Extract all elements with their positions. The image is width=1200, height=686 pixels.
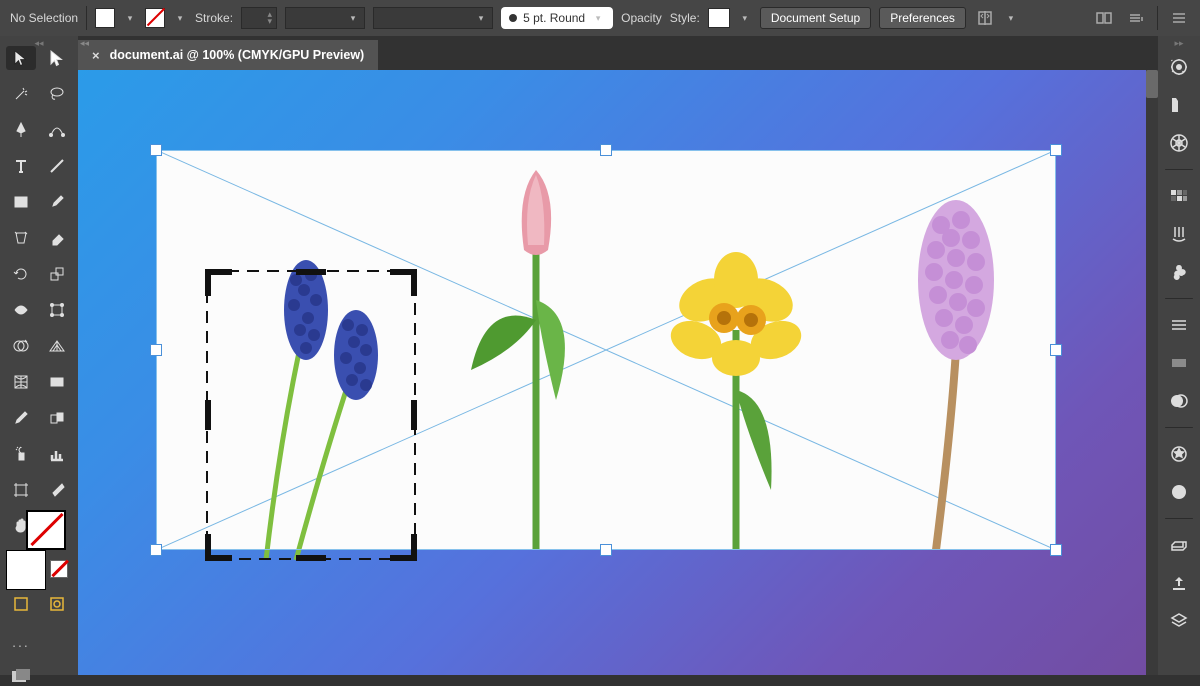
shape-builder-tool[interactable] (6, 334, 36, 358)
scale-tool[interactable] (42, 262, 72, 286)
stroke-color-box[interactable] (26, 510, 66, 550)
dock-separator (1165, 298, 1193, 299)
graphic-style-swatch[interactable] (708, 8, 730, 28)
document-tab[interactable]: × document.ai @ 100% (CMYK/GPU Preview) (78, 40, 378, 70)
draw-mode-normal[interactable] (6, 592, 36, 616)
selection-tool[interactable] (6, 46, 36, 70)
libraries-panel-icon[interactable] (1165, 92, 1193, 118)
free-transform-tool[interactable] (42, 298, 72, 322)
fill-dropdown-icon[interactable]: ▾ (123, 11, 137, 25)
variable-width-profile[interactable]: ▾ (285, 7, 365, 29)
draw-mode-behind[interactable] (42, 592, 72, 616)
align-dropdown-icon[interactable]: ▾ (1004, 11, 1018, 25)
resize-handle-tc[interactable] (600, 144, 612, 156)
brush-preset-label: 5 pt. Round (523, 11, 585, 25)
column-graph-tool[interactable] (42, 442, 72, 466)
dock-separator (1165, 518, 1193, 519)
symbol-sprayer-tool[interactable] (6, 442, 36, 466)
magic-wand-tool[interactable] (6, 82, 36, 106)
panel-menu-icon[interactable] (1168, 7, 1190, 29)
line-segment-tool[interactable] (42, 154, 72, 178)
gradient-tool[interactable] (42, 370, 72, 394)
brushes-panel-icon[interactable] (1165, 221, 1193, 247)
paintbrush-tool[interactable] (42, 190, 72, 214)
opacity-label: Opacity (621, 11, 662, 25)
lasso-tool[interactable] (42, 82, 72, 106)
vertical-scrollbar-thumb[interactable] (1146, 70, 1158, 98)
stroke-panel-icon[interactable] (1165, 312, 1193, 338)
rectangle-tool[interactable] (6, 190, 36, 214)
pen-tool[interactable] (6, 118, 36, 142)
fill-color-box[interactable] (6, 550, 46, 590)
resize-handle-tl[interactable] (150, 144, 162, 156)
color-panel-icon[interactable] (1165, 130, 1193, 156)
control-bar: No Selection ▾ ▾ Stroke: ▴▾ ▾ ▾ 5 pt. Ro… (0, 0, 1200, 36)
resize-handle-tr[interactable] (1050, 144, 1062, 156)
right-panel-dock: ▸▸ (1158, 36, 1200, 675)
perspective-grid-tool[interactable] (42, 334, 72, 358)
tools-collapse-icon[interactable]: ◂◂ (34, 38, 43, 49)
artboard-tool[interactable] (6, 478, 36, 502)
arrange-dropdown-icon[interactable] (1125, 7, 1147, 29)
screen-mode-button[interactable] (6, 668, 36, 686)
type-tool[interactable] (6, 154, 36, 178)
shaper-tool[interactable] (6, 226, 36, 250)
resize-handle-bc[interactable] (600, 544, 612, 556)
resize-handle-mr[interactable] (1050, 344, 1062, 356)
curvature-tool[interactable] (42, 118, 72, 142)
properties-panel-icon[interactable] (1165, 54, 1193, 80)
asset-export-panel-icon[interactable] (1165, 570, 1193, 596)
placed-image-selection[interactable] (156, 150, 1056, 550)
selection-status: No Selection (10, 11, 78, 25)
transparency-panel-icon[interactable] (1165, 388, 1193, 414)
edit-toolbar-button[interactable]: ... (6, 630, 36, 654)
arrange-windows-icon[interactable] (1093, 7, 1115, 29)
stroke-swatch[interactable] (145, 8, 165, 28)
fill-swatch[interactable] (95, 8, 115, 28)
eraser-tool[interactable] (42, 226, 72, 250)
resize-handle-ml[interactable] (150, 344, 162, 356)
dock-collapse-icon[interactable]: ▸▸ (1174, 38, 1183, 49)
vertical-scrollbar-track[interactable] (1146, 70, 1158, 675)
symbols-panel-icon[interactable] (1165, 259, 1193, 285)
document-setup-button[interactable]: Document Setup (760, 7, 871, 29)
canvas-stage[interactable] (78, 70, 1158, 675)
brush-dot-icon (509, 14, 517, 22)
tools-panel: ◂◂ (0, 36, 78, 675)
swatches-panel-icon[interactable] (1165, 183, 1193, 209)
brush-preset[interactable]: 5 pt. Round ▾ (501, 7, 613, 29)
style-label: Style: (670, 11, 700, 25)
tabbar-collapse-icon[interactable]: ◂◂ (80, 38, 89, 49)
rotate-tool[interactable] (6, 262, 36, 286)
dock-separator (1165, 169, 1193, 170)
graphic-style-dropdown-icon[interactable]: ▾ (738, 11, 752, 25)
graphic-styles-panel-icon[interactable] (1165, 479, 1193, 505)
document-tab-bar: ◂◂ × document.ai @ 100% (CMYK/GPU Previe… (78, 36, 1158, 70)
artboards-panel-icon[interactable] (1165, 608, 1193, 634)
gradient-panel-icon[interactable] (1165, 350, 1193, 376)
crop-marquee[interactable] (206, 270, 416, 560)
layers-panel-icon[interactable] (1165, 532, 1193, 558)
mesh-tool[interactable] (6, 370, 36, 394)
stroke-dropdown-icon[interactable]: ▾ (173, 11, 187, 25)
preferences-button[interactable]: Preferences (879, 7, 966, 29)
resize-handle-br[interactable] (1050, 544, 1062, 556)
appearance-panel-icon[interactable] (1165, 441, 1193, 467)
direct-selection-tool[interactable] (42, 46, 72, 70)
align-to-icon[interactable] (974, 7, 996, 29)
eyedropper-tool[interactable] (6, 406, 36, 430)
slice-tool[interactable] (42, 478, 72, 502)
resize-handle-bl[interactable] (150, 544, 162, 556)
close-tab-icon[interactable]: × (92, 48, 100, 63)
color-mode-none[interactable] (50, 560, 68, 578)
blend-tool[interactable] (42, 406, 72, 430)
document-tab-title: document.ai @ 100% (CMYK/GPU Preview) (110, 48, 365, 62)
stroke-weight-field[interactable]: ▴▾ (241, 7, 277, 29)
brush-definition-field[interactable]: ▾ (373, 7, 493, 29)
width-tool[interactable] (6, 298, 36, 322)
stroke-label: Stroke: (195, 11, 233, 25)
dock-separator (1165, 427, 1193, 428)
brush-preset-dropdown-icon[interactable]: ▾ (591, 11, 605, 25)
